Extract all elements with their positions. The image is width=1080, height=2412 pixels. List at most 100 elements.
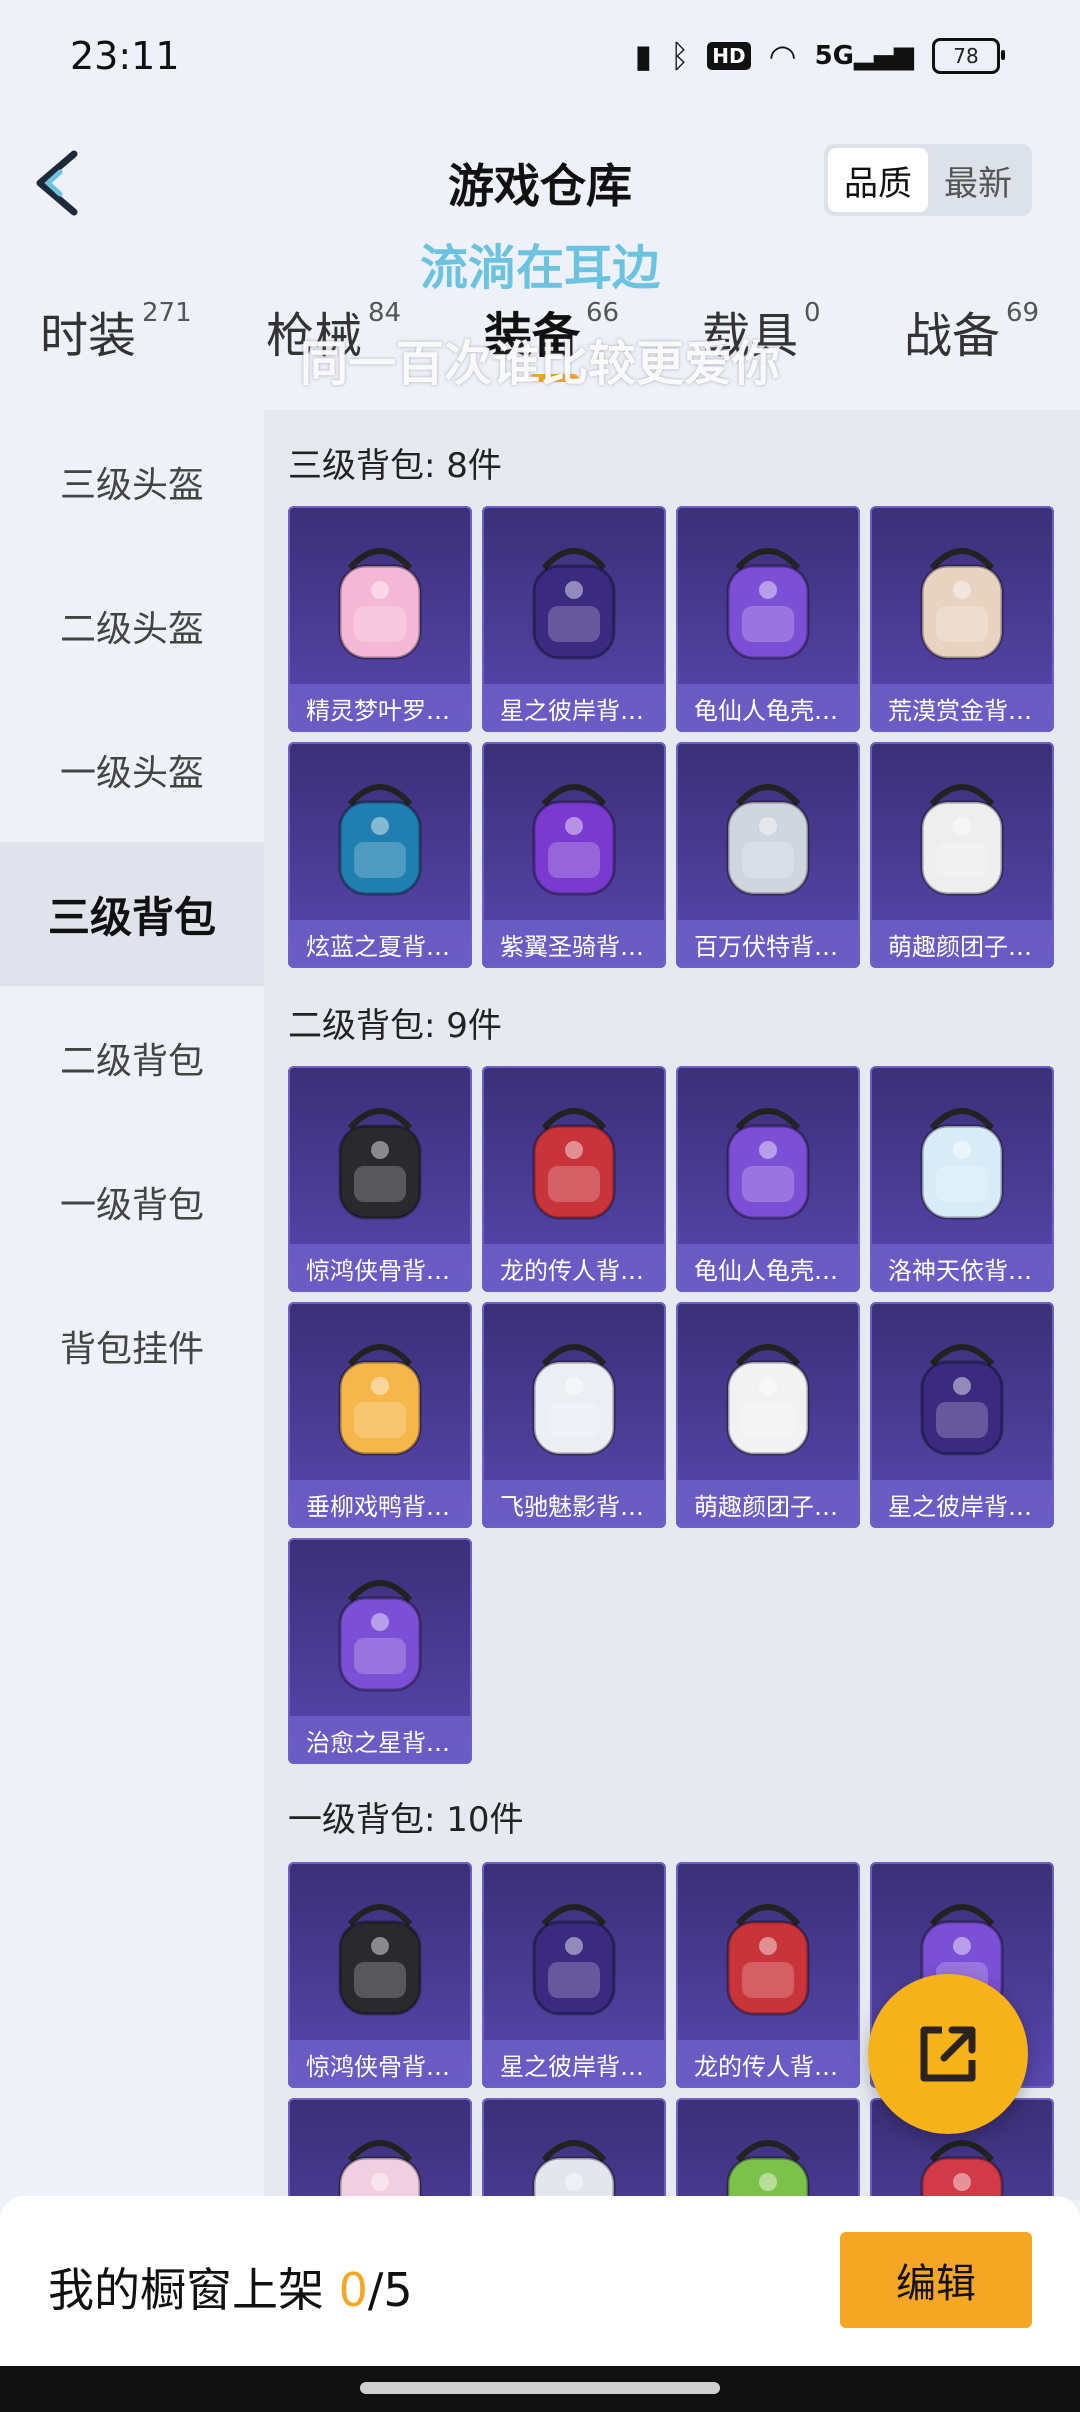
showcase-label: 我的橱窗上架: [48, 2263, 339, 2317]
backpack-icon: [892, 528, 1032, 668]
backpack-icon: [698, 764, 838, 904]
battery-icon: 78: [932, 38, 1005, 74]
item-card[interactable]: 龟仙人龟壳…: [676, 506, 860, 732]
back-button[interactable]: [30, 148, 86, 218]
backpack-icon: [892, 764, 1032, 904]
backpack-icon: [698, 1088, 838, 1228]
sidebar-item-level1-backpack[interactable]: 一级背包: [0, 1130, 264, 1274]
backpack-icon: [892, 1324, 1032, 1464]
tab-count: 84: [368, 298, 402, 328]
item-name: 炫蓝之夏背…: [288, 920, 472, 968]
backpack-icon: [698, 1884, 838, 2024]
showcase-status: 我的橱窗上架 0/5: [48, 2254, 413, 2320]
lyric-line-1: 流淌在耳边: [419, 240, 660, 296]
section-title: 一级背包: 10件: [288, 1800, 524, 1840]
home-indicator[interactable]: [360, 2382, 720, 2394]
item-card[interactable]: [482, 2098, 666, 2200]
item-card[interactable]: 星之彼岸背…: [870, 1302, 1054, 1528]
item-card[interactable]: 炫蓝之夏背…: [288, 742, 472, 968]
backpack-icon: [698, 2120, 838, 2200]
item-card[interactable]: 惊鸿侠骨背…: [288, 1862, 472, 2088]
edit-button[interactable]: 编辑: [840, 2232, 1032, 2328]
tab-fashion[interactable]: 时装 271: [40, 296, 192, 366]
item-name: 惊鸿侠骨背…: [288, 2040, 472, 2088]
share-button[interactable]: [868, 1974, 1028, 2134]
item-card[interactable]: [288, 2098, 472, 2200]
tab-count: 69: [1006, 298, 1040, 328]
sort-by-newest[interactable]: 最新: [928, 148, 1028, 212]
sidebar-item-backpack-charm[interactable]: 背包挂件: [0, 1274, 264, 1418]
item-card[interactable]: 星之彼岸背…: [482, 506, 666, 732]
sidebar-item-level3-helmet[interactable]: 三级头盔: [0, 410, 264, 554]
status-bar: 23:11 ▮ ᛒ HD ◠ 5G▂▄▆ 78: [0, 0, 1080, 120]
item-name: 星之彼岸背…: [482, 2040, 666, 2088]
tab-count: 271: [142, 298, 192, 328]
item-name: 萌趣颜团子…: [676, 1480, 860, 1528]
item-name: 龙的传人背…: [482, 1244, 666, 1292]
backpack-icon: [698, 1324, 838, 1464]
item-card[interactable]: 荒漠赏金背…: [870, 506, 1054, 732]
tab-vehicles[interactable]: 载具 0: [702, 296, 821, 366]
item-name: 龙的传人背…: [676, 2040, 860, 2088]
item-card[interactable]: 星之彼岸背…: [482, 1862, 666, 2088]
section-title: 二级背包: 9件: [288, 1006, 502, 1046]
item-card[interactable]: 治愈之星背…: [288, 1538, 472, 1764]
status-time: 23:11: [70, 34, 180, 78]
tab-label: 装备: [484, 308, 581, 364]
backpack-icon: [310, 528, 450, 668]
item-card[interactable]: 飞驰魅影背…: [482, 1302, 666, 1528]
item-card[interactable]: 精灵梦叶罗…: [288, 506, 472, 732]
sidebar-item-level3-backpack[interactable]: 三级背包: [0, 842, 264, 986]
hd-icon: HD: [707, 42, 751, 70]
tab-supplies[interactable]: 战备 69: [904, 296, 1039, 366]
navigation-bar: [0, 2366, 1080, 2412]
sidebar-item-level1-helmet[interactable]: 一级头盔: [0, 698, 264, 842]
backpack-icon: [504, 1324, 644, 1464]
showcase-total: /5: [367, 2263, 413, 2317]
sort-by-quality[interactable]: 品质: [828, 148, 928, 212]
item-name: 紫翼圣骑背…: [482, 920, 666, 968]
backpack-icon: [310, 764, 450, 904]
backpack-icon: [504, 1088, 644, 1228]
active-tab-indicator: [530, 374, 578, 382]
item-card[interactable]: 紫翼圣骑背…: [482, 742, 666, 968]
item-name: 飞驰魅影背…: [482, 1480, 666, 1528]
backpack-icon: [310, 1324, 450, 1464]
item-name: 洛神天依背…: [870, 1244, 1054, 1292]
item-card[interactable]: 垂柳戏鸭背…: [288, 1302, 472, 1528]
tab-firearms[interactable]: 枪械 84: [266, 296, 401, 366]
sort-toggle: 品质 最新: [824, 144, 1032, 216]
wifi-icon: ◠: [768, 37, 797, 75]
signal-icon: 5G▂▄▆: [814, 41, 914, 71]
backpack-icon: [310, 2120, 450, 2200]
item-card[interactable]: 龙的传人背…: [676, 1862, 860, 2088]
sidebar-item-level2-helmet[interactable]: 二级头盔: [0, 554, 264, 698]
backpack-icon: [504, 764, 644, 904]
battery-level: 78: [953, 44, 979, 68]
item-name: 龟仙人龟壳…: [676, 684, 860, 732]
item-name: 惊鸿侠骨背…: [288, 1244, 472, 1292]
tab-label: 时装: [40, 308, 137, 364]
backpack-icon: [504, 2120, 644, 2200]
item-grid: 三级背包: 8件 二级背包: 9件 一级背包: 10件 精灵梦叶罗… 星之彼岸背……: [264, 410, 1080, 2200]
item-name: 星之彼岸背…: [870, 1480, 1054, 1528]
item-card[interactable]: 龙的传人背…: [482, 1066, 666, 1292]
item-card[interactable]: 萌趣颜团子…: [676, 1302, 860, 1528]
item-card[interactable]: 惊鸿侠骨背…: [288, 1066, 472, 1292]
backpack-icon: [504, 1884, 644, 2024]
item-name: 星之彼岸背…: [482, 684, 666, 732]
tab-count: 0: [804, 298, 821, 328]
sidebar-item-level2-backpack[interactable]: 二级背包: [0, 986, 264, 1130]
tab-equipment[interactable]: 装备 66: [484, 296, 619, 366]
item-name: 垂柳戏鸭背…: [288, 1480, 472, 1528]
item-card[interactable]: 洛神天依背…: [870, 1066, 1054, 1292]
item-name: 荒漠赏金背…: [870, 684, 1054, 732]
item-card[interactable]: 萌趣颜团子…: [870, 742, 1054, 968]
item-name: 龟仙人龟壳…: [676, 1244, 860, 1292]
item-card[interactable]: 龟仙人龟壳…: [676, 1066, 860, 1292]
item-name: 治愈之星背…: [288, 1716, 472, 1764]
item-card[interactable]: 百万伏特背…: [676, 742, 860, 968]
status-icons: ▮ ᛒ HD ◠ 5G▂▄▆ 78: [634, 37, 1005, 75]
item-card[interactable]: [676, 2098, 860, 2200]
item-name: 精灵梦叶罗…: [288, 684, 472, 732]
